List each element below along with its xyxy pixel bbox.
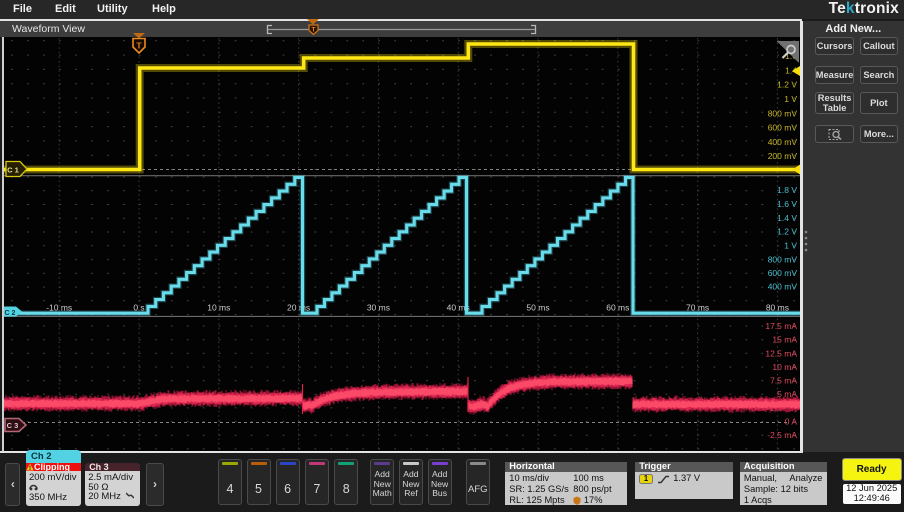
svg-text:17.5 mA: 17.5 mA <box>765 321 797 331</box>
svg-text:1.2 V: 1.2 V <box>777 226 797 236</box>
svg-text:15 mA: 15 mA <box>772 334 797 344</box>
svg-text:600 mV: 600 mV <box>768 268 798 278</box>
svg-text:1 V: 1 V <box>784 94 797 104</box>
svg-text:1 V: 1 V <box>784 240 797 250</box>
svg-text:T: T <box>312 26 316 33</box>
svg-text:60 ms: 60 ms <box>606 302 629 312</box>
svg-text:400 mV: 400 mV <box>768 136 798 146</box>
svg-text:!: ! <box>29 466 31 471</box>
svg-text:200 mV: 200 mV <box>768 151 798 161</box>
svg-text:C 2: C 2 <box>5 310 16 317</box>
svg-text:C 3: C 3 <box>7 421 19 430</box>
svg-text:800 mV: 800 mV <box>768 108 798 118</box>
svg-text:C 1: C 1 <box>7 165 19 174</box>
svg-text:1.4 V: 1.4 V <box>777 212 797 222</box>
svg-text:0 A: 0 A <box>785 416 798 426</box>
svg-text:T: T <box>136 40 142 50</box>
svg-text:30 ms: 30 ms <box>367 302 390 312</box>
svg-text:1.6 V: 1.6 V <box>777 199 797 209</box>
svg-text:800 mV: 800 mV <box>768 254 798 264</box>
svg-text:12.5 mA: 12.5 mA <box>765 348 797 358</box>
svg-text:400 mV: 400 mV <box>768 281 798 291</box>
svg-text:1.2 V: 1.2 V <box>777 79 797 89</box>
svg-text:7.5 mA: 7.5 mA <box>770 375 797 385</box>
svg-text:600 mV: 600 mV <box>768 122 798 132</box>
svg-text:1.8 V: 1.8 V <box>777 185 797 195</box>
svg-text:10 ms: 10 ms <box>207 302 230 312</box>
svg-text:50 ms: 50 ms <box>526 302 549 312</box>
svg-text:10 mA: 10 mA <box>772 361 797 371</box>
svg-text:-2.5 mA: -2.5 mA <box>767 430 797 440</box>
